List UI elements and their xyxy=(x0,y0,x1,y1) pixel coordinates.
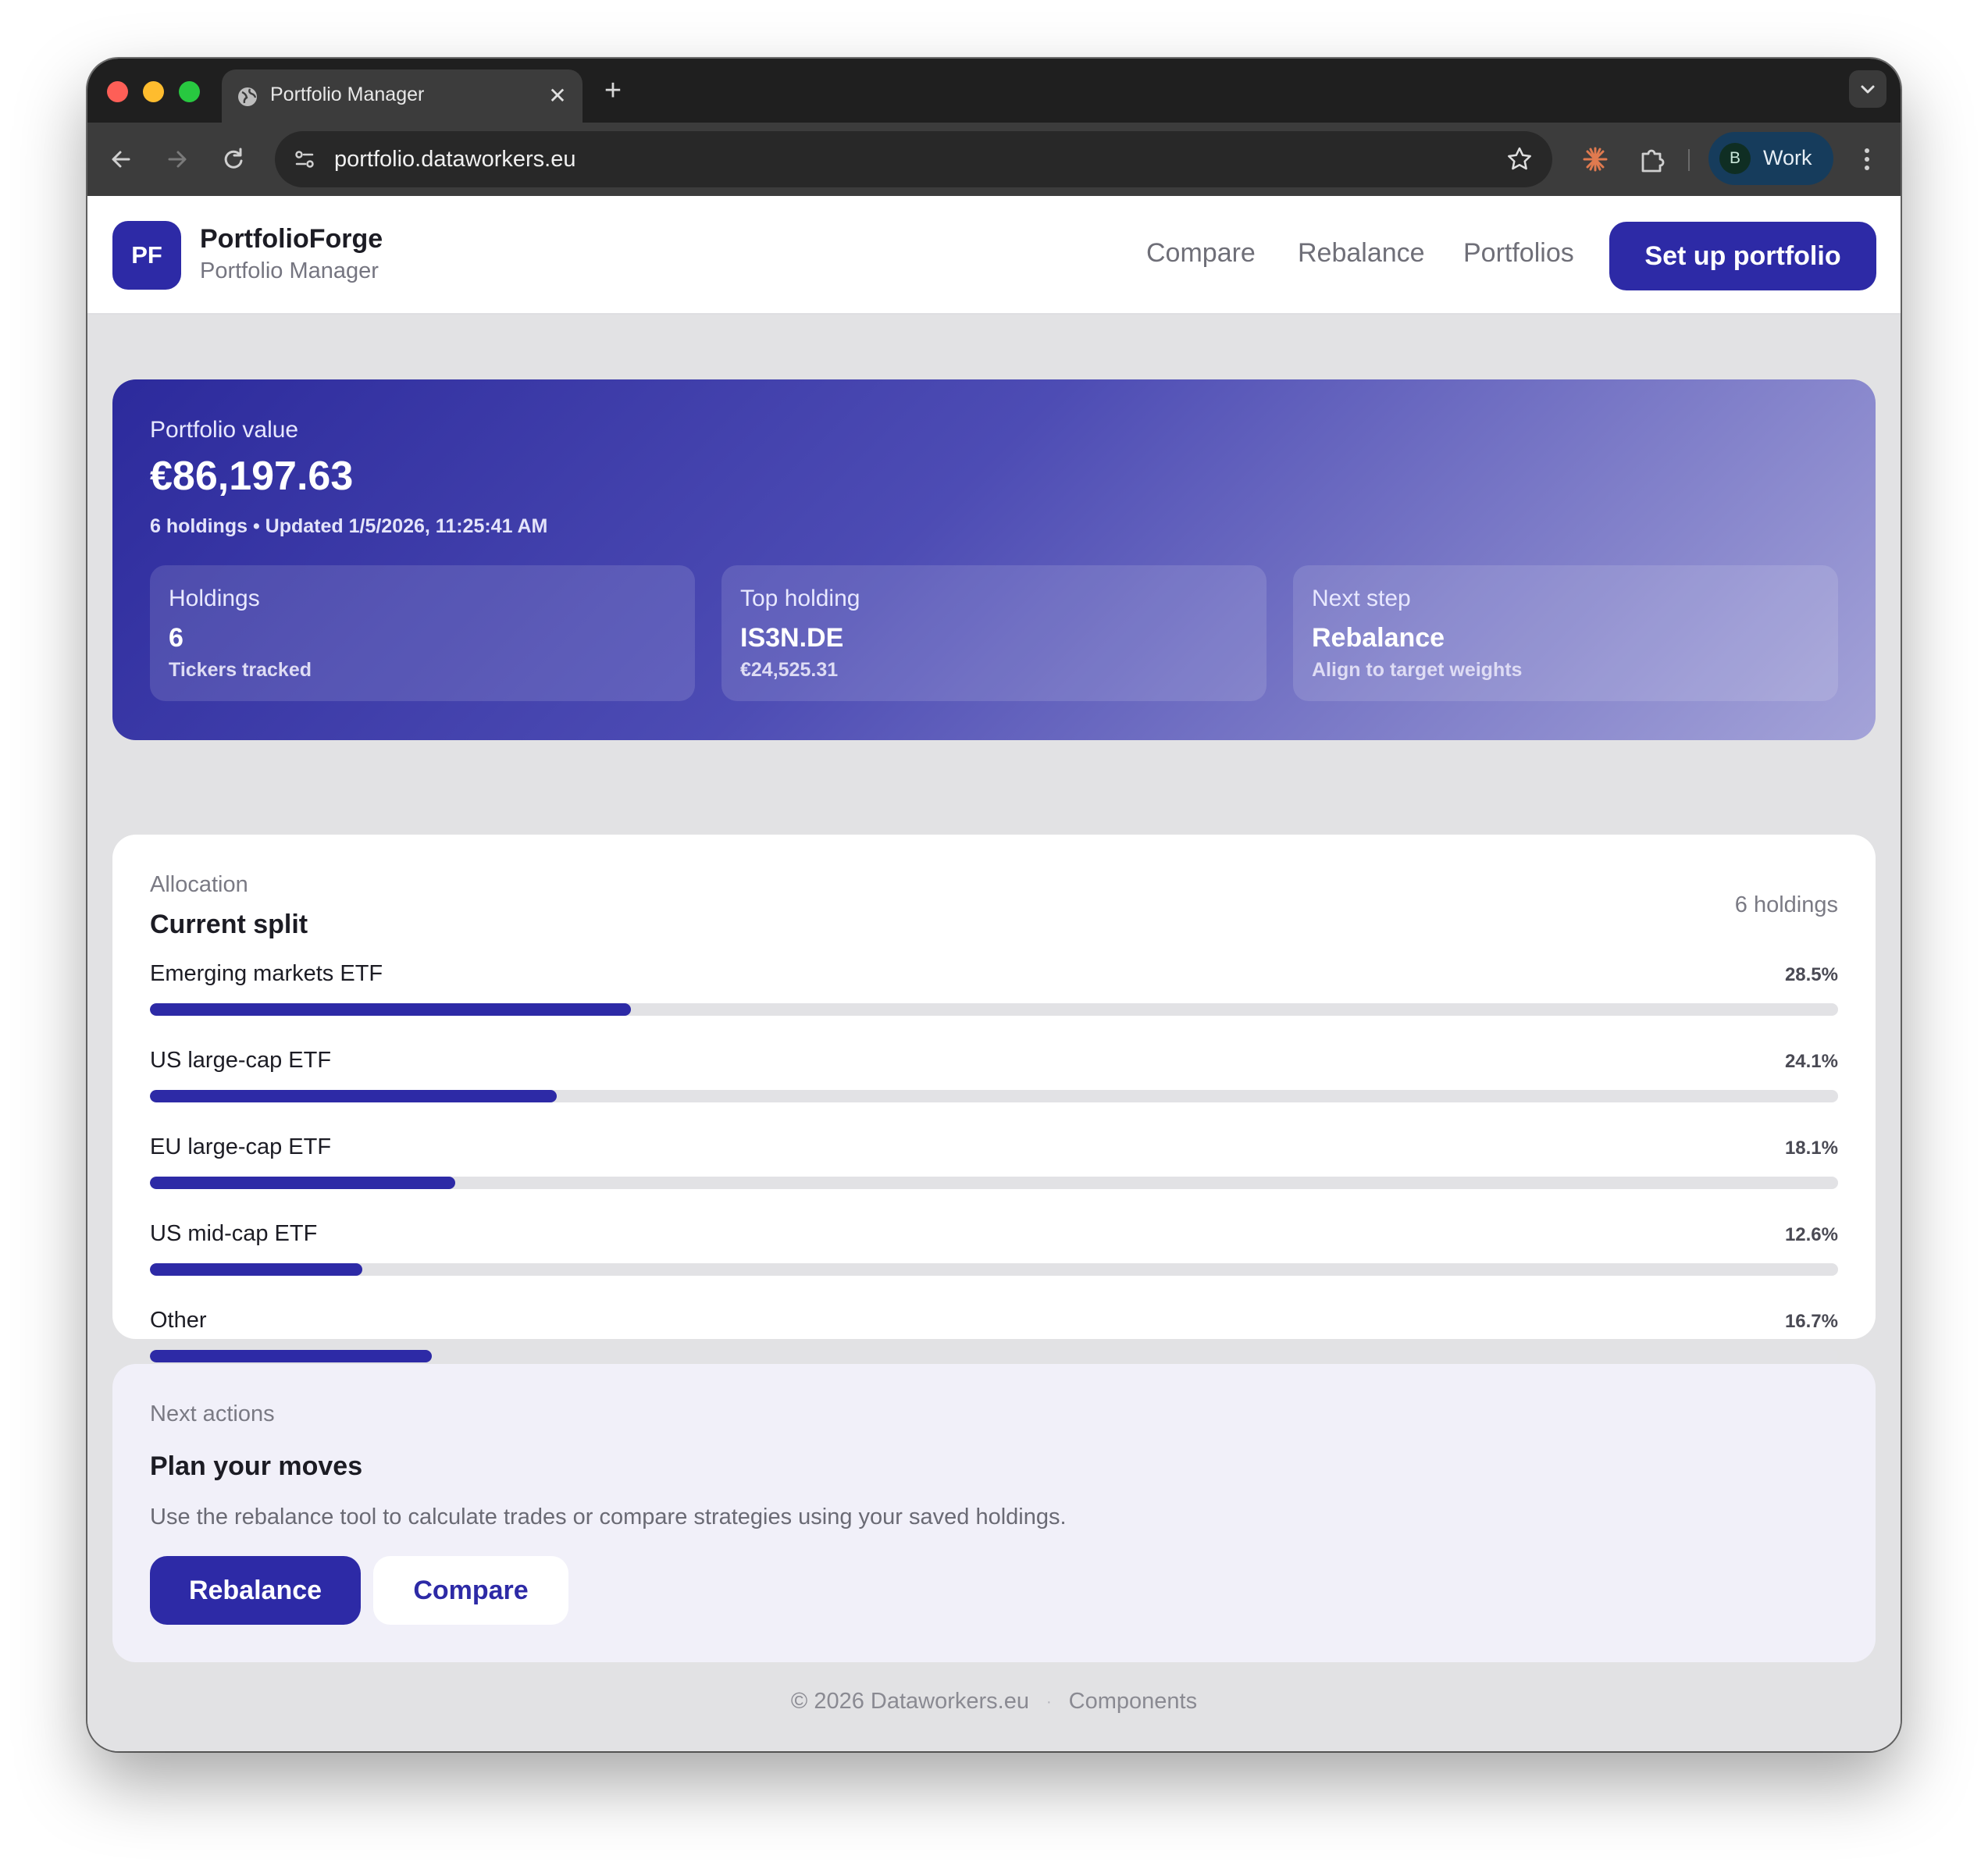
next-actions-title: Plan your moves xyxy=(150,1451,363,1481)
stat-label: Top holding xyxy=(740,586,860,611)
profile-label: Work xyxy=(1763,146,1812,169)
next-actions-card: Next actions Plan your moves Use the reb… xyxy=(112,1364,1876,1662)
allocation-row: US mid-cap ETF 12.6% xyxy=(150,1221,1838,1276)
tab-close-icon[interactable]: ✕ xyxy=(543,82,572,110)
allocation-card: Allocation Current split 6 holdings Emer… xyxy=(112,835,1876,1362)
stat-holdings: Holdings 6 Tickers tracked xyxy=(150,565,695,701)
allocation-row: Emerging markets ETF 28.5% xyxy=(150,961,1838,1016)
browser-window: Portfolio Manager ✕ + portfolio.datawork… xyxy=(87,59,1901,1751)
allocation-label: US mid-cap ETF xyxy=(150,1221,318,1246)
browser-tab[interactable]: Portfolio Manager ✕ xyxy=(222,69,583,123)
stat-value: Rebalance xyxy=(1312,623,1445,653)
extensions-puzzle-icon[interactable] xyxy=(1634,141,1669,177)
more-vertical-icon[interactable] xyxy=(1849,141,1885,177)
allocation-bar-fill xyxy=(150,1177,456,1189)
address-bar[interactable]: portfolio.dataworkers.eu xyxy=(275,131,1552,187)
reload-icon[interactable] xyxy=(216,141,251,177)
allocation-kicker: Allocation xyxy=(150,872,248,897)
nav-portfolios[interactable]: Portfolios xyxy=(1463,238,1574,269)
allocation-percent: 12.6% xyxy=(1784,1224,1838,1245)
allocation-label: Emerging markets ETF xyxy=(150,961,383,986)
allocation-bar-fill xyxy=(150,1090,558,1102)
portfolio-value: €86,197.63 xyxy=(150,454,354,499)
stat-next-step: Next step Rebalance Align to target weig… xyxy=(1293,565,1838,701)
allocation-bar-fill xyxy=(150,1263,363,1276)
allocation-percent: 16.7% xyxy=(1784,1311,1838,1332)
url-text: portfolio.dataworkers.eu xyxy=(334,147,576,172)
compare-button[interactable]: Compare xyxy=(373,1556,568,1625)
allocation-bar-track xyxy=(150,1090,1838,1102)
allocation-bar-track xyxy=(150,1263,1838,1276)
stat-label: Holdings xyxy=(169,586,260,611)
allocation-label: EU large-cap ETF xyxy=(150,1134,332,1159)
stat-value: IS3N.DE xyxy=(740,623,844,653)
allocation-bar-fill xyxy=(150,1003,632,1016)
avatar: B xyxy=(1719,143,1751,174)
back-arrow-icon[interactable] xyxy=(103,141,139,177)
next-actions-kicker: Next actions xyxy=(150,1401,275,1426)
brand-name: PortfolioForge xyxy=(200,224,383,254)
allocation-bar-track xyxy=(150,1177,1838,1189)
rebalance-button[interactable]: Rebalance xyxy=(150,1556,361,1625)
allocation-label: Other xyxy=(150,1308,207,1333)
allocation-bar-track xyxy=(150,1350,1838,1362)
portfolio-value-label: Portfolio value xyxy=(150,417,299,443)
allocation-percent: 18.1% xyxy=(1784,1138,1838,1159)
allocation-title: Current split xyxy=(150,910,308,939)
forward-arrow-icon[interactable] xyxy=(159,141,195,177)
allocation-percent: 24.1% xyxy=(1784,1051,1838,1072)
tab-title: Portfolio Manager xyxy=(270,84,425,105)
stat-subtext: Tickers tracked xyxy=(169,659,312,681)
site-settings-icon[interactable] xyxy=(290,145,319,173)
profile-button[interactable]: B Work xyxy=(1708,132,1833,185)
close-window-button[interactable] xyxy=(107,81,128,102)
allocation-percent: 28.5% xyxy=(1784,964,1838,985)
footer-components-link[interactable]: Components xyxy=(1069,1689,1197,1715)
extension-sparkle-icon[interactable] xyxy=(1577,141,1613,177)
globe-icon xyxy=(238,87,257,106)
stat-top-holding: Top holding IS3N.DE €24,525.31 xyxy=(721,565,1267,701)
footer-separator: · xyxy=(1046,1693,1052,1711)
browser-titlebar: Portfolio Manager ✕ + xyxy=(87,59,1901,123)
holdings-count: 6 holdings xyxy=(1734,892,1838,917)
set-up-portfolio-button[interactable]: Set up portfolio xyxy=(1609,222,1876,290)
nav-rebalance[interactable]: Rebalance xyxy=(1298,238,1425,269)
minimize-window-button[interactable] xyxy=(143,81,164,102)
stat-value: 6 xyxy=(169,623,183,653)
app-header: PF PortfolioForge Portfolio Manager Comp… xyxy=(87,196,1901,315)
toolbar-divider xyxy=(1688,149,1690,171)
page-content: PF PortfolioForge Portfolio Manager Comp… xyxy=(87,196,1901,1751)
nav-compare[interactable]: Compare xyxy=(1146,238,1256,269)
allocation-row: EU large-cap ETF 18.1% xyxy=(150,1134,1838,1189)
portfolio-meta: 6 holdings • Updated 1/5/2026, 11:25:41 … xyxy=(150,515,548,537)
stat-subtext: €24,525.31 xyxy=(740,659,839,681)
new-tab-button[interactable]: + xyxy=(595,73,631,109)
bookmark-star-icon[interactable] xyxy=(1504,144,1535,175)
maximize-window-button[interactable] xyxy=(179,81,200,102)
portfolio-summary-card: Portfolio value €86,197.63 6 holdings • … xyxy=(112,379,1876,740)
brand-subtitle: Portfolio Manager xyxy=(200,258,379,283)
stat-label: Next step xyxy=(1312,586,1411,611)
footer-copyright: © 2026 Dataworkers.eu xyxy=(790,1689,1029,1714)
next-actions-description: Use the rebalance tool to calculate trad… xyxy=(150,1505,1067,1529)
allocation-row: US large-cap ETF 24.1% xyxy=(150,1048,1838,1102)
tab-search-button[interactable] xyxy=(1849,70,1886,108)
app-logo[interactable]: PF xyxy=(112,221,181,290)
allocation-bar-track xyxy=(150,1003,1838,1016)
stat-subtext: Align to target weights xyxy=(1312,659,1523,681)
footer: © 2026 Dataworkers.eu · Components xyxy=(87,1689,1901,1715)
browser-toolbar: portfolio.dataworkers.eu B Work xyxy=(87,123,1901,196)
allocation-label: US large-cap ETF xyxy=(150,1048,332,1073)
chevron-down-icon xyxy=(1861,85,1875,94)
allocation-bar-fill xyxy=(150,1350,433,1362)
allocation-row: Other 16.7% xyxy=(150,1308,1838,1362)
